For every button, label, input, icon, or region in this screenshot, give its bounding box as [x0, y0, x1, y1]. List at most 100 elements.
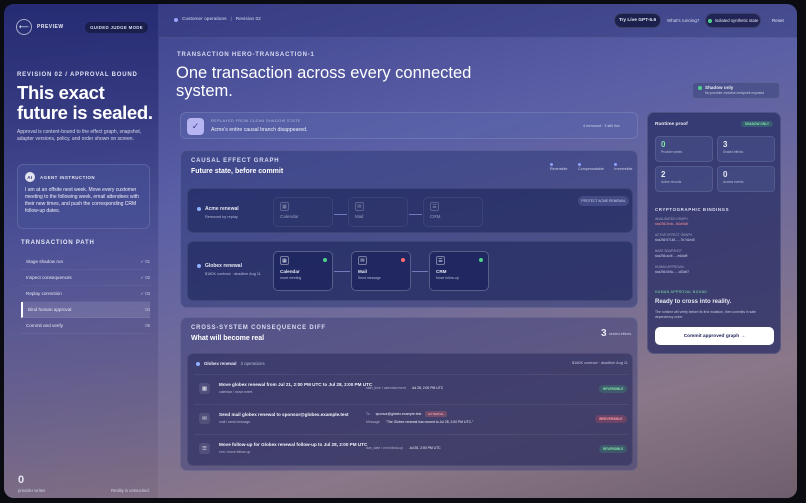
globex-renewal-sub: $180K contract · deadline Aug 11 — [205, 272, 261, 276]
legend-compensatable: Compensatable — [578, 163, 608, 171]
stat-label: Sealed effects — [723, 150, 744, 154]
mail-icon: ✉ — [358, 256, 367, 265]
globex-crm-node[interactable]: ☰ CRM Move follow-up — [429, 251, 489, 291]
breadcrumb-customer-operations[interactable]: Customer operations — [182, 17, 227, 22]
replay-kicker: REPLAYED FROM CLEAN SHADOW STATE — [211, 119, 301, 123]
runtime-proof-panel: Runtime proof SHADOW ONLY 0 Provider wri… — [647, 112, 781, 354]
mail-icon: ✉ — [199, 413, 210, 424]
sidebar-header: ⟵ PREVIEW GUIDED JUDGE MODE — [16, 16, 148, 38]
breadcrumb: Customer operations | Revision 02 — [174, 17, 261, 22]
external-badge: EXTERNAL — [425, 411, 448, 417]
field-value: sponsor@globex.example.test — [375, 412, 422, 416]
consequence-diff: CROSS-SYSTEM CONSEQUENCE DIFF What will … — [180, 317, 638, 471]
stat-value: 3 — [723, 140, 728, 149]
globex-calendar-node[interactable]: ▦ Calendar move meeting — [273, 251, 333, 291]
path-step-label: Commit and verify — [26, 323, 64, 328]
field-value: Jul 28, 2:00 PM UTC — [411, 386, 444, 390]
acme-crm-node[interactable]: ☰ CRM — [423, 197, 483, 227]
shadow-only-text: Shadow only — [705, 85, 734, 90]
binding-invalidated-graph: INVALIDATED GRAPH sha256:2edc...fb2a9d4f — [655, 217, 688, 226]
group-dot-icon — [196, 361, 200, 366]
path-step-replay-correction[interactable]: Replay correction ✓ 03 — [21, 286, 150, 302]
path-step-label: Replay correction — [26, 291, 62, 296]
crm-icon: ☰ — [436, 256, 445, 265]
isolated-state-badge: Isolated synthetic state — [705, 13, 761, 28]
node-sub: Send message — [358, 276, 381, 280]
isolated-state-label: Isolated synthetic state — [714, 18, 759, 23]
commit-approved-graph-button[interactable]: Commit approved graph → — [655, 327, 774, 345]
group-contract: $180K contract · deadline Aug 11 — [572, 361, 628, 365]
globex-mail-node[interactable]: ✉ Mail Send message — [351, 251, 411, 291]
stat-label: Access events — [723, 180, 744, 184]
shadow-only-title: Shadow only — [698, 85, 774, 90]
guided-judge-mode-toggle[interactable]: GUIDED JUDGE MODE — [85, 21, 148, 33]
binding-label: BASE SNAPSHOT — [655, 249, 682, 253]
agent-instruction-header: AI AGENT INSTRUCTION — [25, 172, 142, 182]
legend-reversible: Reversible — [550, 163, 572, 171]
back-arrow-icon[interactable]: ⟵ — [16, 19, 32, 35]
try-live-button[interactable]: Try Live GPT-5.6 — [614, 13, 661, 28]
status-led-icon — [479, 258, 483, 262]
binding-hash: sha256:0b5c......c83a97 — [655, 270, 690, 274]
operation-title: Send mail globex renewal to sponsor@glob… — [219, 412, 349, 417]
sealed-effects-count: 3 — [601, 328, 607, 339]
binding-hash: sha256:97148......7b7d1e45 — [655, 238, 695, 242]
legend-irreversible: Irreversible — [614, 163, 637, 171]
reset-button[interactable]: Reset — [772, 18, 784, 23]
operation-title: Move globex renewal from Jul 21, 2:00 PM… — [219, 382, 373, 387]
graph-edge — [334, 214, 347, 215]
mail-icon: ✉ — [355, 202, 364, 211]
node-name: Calendar — [280, 269, 300, 274]
whats-running-link[interactable]: What's running? — [667, 18, 699, 23]
operation-sub: mail / send.message — [219, 420, 251, 424]
breadcrumb-dot-icon — [174, 17, 178, 22]
operation-row[interactable]: ✉ Send mail globex renewal to sponsor@gl… — [194, 404, 628, 431]
node-name: CRM — [430, 214, 441, 219]
binding-hash: sha256:2edc...fb2a9d4f — [655, 222, 689, 226]
path-step-number: ✓ 02 — [140, 274, 150, 280]
path-step-commit-and-verify[interactable]: Commit and verify 05 — [21, 318, 150, 334]
acme-calendar-node[interactable]: ▦ Calendar — [273, 197, 333, 227]
operation-sub: crm / move.follow-up — [219, 450, 251, 454]
binding-active-effect-graph: ACTIVE EFFECT GRAPH sha256:97148......7b… — [655, 233, 695, 242]
agent-instruction-card: AI AGENT INSTRUCTION I am at an offsite … — [17, 164, 150, 229]
protect-acme-renewal-button[interactable]: PROTECT ACME RENEWAL — [578, 196, 629, 206]
binding-hash: sha256:ac0f......e6da9f — [655, 254, 688, 258]
binding-base-snapshot: BASE SNAPSHOT sha256:ac0f......e6da9f — [655, 249, 687, 258]
crm-icon: ☰ — [430, 202, 439, 211]
path-step-stage-shadow-run[interactable]: Stage shadow run ✓ 01 — [21, 254, 150, 270]
path-step-inspect-consequences[interactable]: Inspect consequences ✓ 02 — [21, 270, 150, 286]
path-step-number: ✓ 03 — [140, 290, 150, 296]
shadow-only-subtitle: No provider mutation endpoint exposed — [705, 91, 765, 95]
breadcrumb-revision[interactable]: Revision 02 — [236, 17, 261, 22]
node-sub: move meeting — [280, 276, 302, 280]
irreversible-badge: IRREVERSIBLE — [595, 415, 627, 423]
calendar-icon: ▦ — [280, 202, 289, 211]
globex-renewal-text: Globex renewal — [205, 263, 242, 269]
path-step-bind-human-approval[interactable]: Bind human approval 04 — [21, 302, 150, 318]
binding-label: INVALIDATED GRAPH — [655, 217, 688, 221]
provider-writes-label: provider writes — [18, 488, 46, 493]
ai-icon: AI — [25, 172, 35, 182]
field-key: due_date / crm.follow-up — [366, 446, 404, 450]
stat-active-records: 2 Active records — [655, 166, 713, 192]
field-value: Jul 28, 2:00 PM UTC — [409, 446, 441, 450]
status-led-icon — [401, 258, 405, 262]
operation-field: due_date / crm.follow-up Jul 28, 2:00 PM … — [366, 446, 441, 450]
globex-renewal-label: Globex renewal — [197, 263, 242, 269]
path-step-label: Stage shadow run — [26, 259, 64, 264]
crm-icon: ☰ — [199, 443, 210, 454]
operation-title: Move follow-up for Globex renewal follow… — [219, 442, 368, 447]
transaction-path: Stage shadow run ✓ 01 Inspect consequenc… — [21, 254, 150, 334]
operation-sub: calendar / move.event — [219, 390, 253, 394]
branch-dot-icon — [197, 264, 201, 268]
acme-mail-node[interactable]: ✉ Mail — [348, 197, 408, 227]
ready-heading: Ready to cross into reality. — [655, 299, 732, 305]
operation-field: Message "The Globex renewal has moved to … — [366, 420, 473, 424]
acme-renewal-branch: Acme renewal Removed by replay ▦ Calenda… — [187, 188, 633, 233]
acme-renewal-sub: Removed by replay — [205, 215, 238, 219]
operation-row[interactable]: ▦ Move globex renewal from Jul 21, 2:00 … — [194, 374, 628, 401]
field-key: start_time / calendar.event — [366, 386, 406, 390]
operation-row[interactable]: ☰ Move follow-up for Globex renewal foll… — [194, 434, 628, 461]
status-dot-icon — [707, 18, 712, 23]
